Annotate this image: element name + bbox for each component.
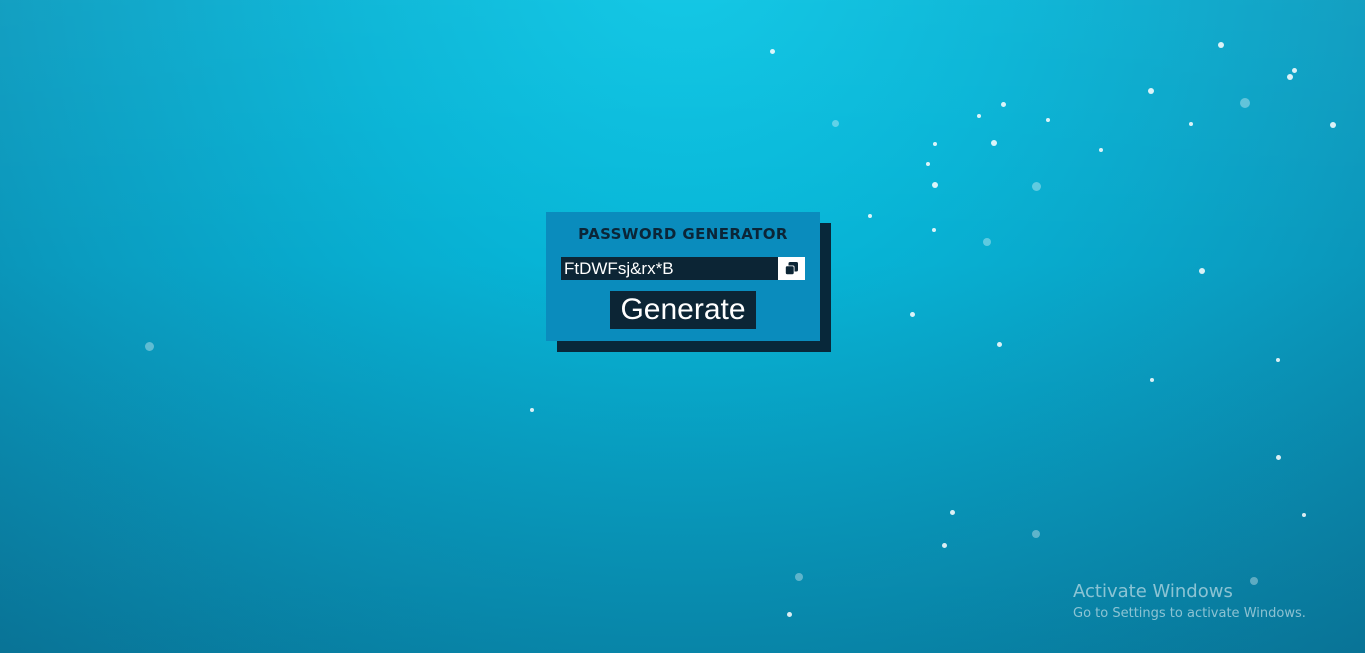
copy-icon <box>785 262 798 275</box>
password-row <box>561 257 805 280</box>
watermark-title: Activate Windows <box>1073 581 1233 602</box>
windows-activation-watermark: Activate Windows Go to Settings to activ… <box>1073 580 1306 624</box>
watermark-subtitle: Go to Settings to activate Windows. <box>1073 606 1306 621</box>
generate-button[interactable]: Generate <box>610 291 756 329</box>
copy-button[interactable] <box>778 257 805 280</box>
password-generator-card: PASSWORD GENERATOR Generate <box>546 212 820 341</box>
card-title: PASSWORD GENERATOR <box>578 225 788 243</box>
password-output-field[interactable] <box>561 257 777 280</box>
